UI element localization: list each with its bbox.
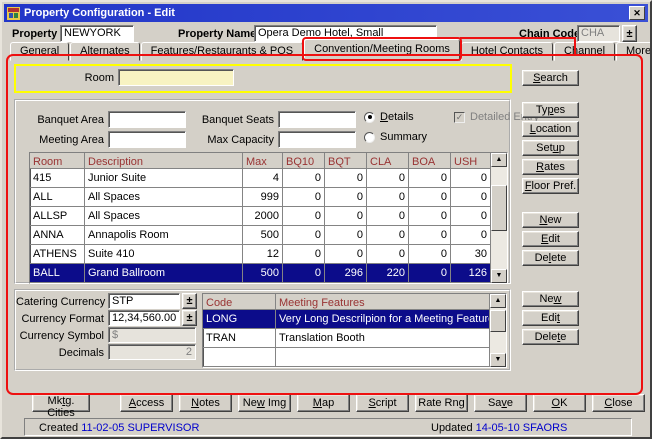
status-bar: Created 11-02-05 SUPERVISOR Updated 14-0…	[24, 418, 632, 436]
currency-symbol-label: Currency Symbol	[16, 330, 104, 343]
config-types-button[interactable]: Types	[522, 102, 579, 118]
feature-actions-new-button[interactable]: New	[522, 291, 579, 307]
map-button[interactable]: Map	[297, 394, 350, 412]
max-capacity-label: Max Capacity	[188, 134, 274, 147]
tab-general[interactable]: General	[10, 42, 69, 61]
config-rates-button[interactable]: Rates	[522, 159, 579, 175]
table-row[interactable]: BALLGrand Ballroom50002962200126	[30, 264, 491, 283]
catering-currency-label: Catering Currency	[16, 296, 104, 309]
scroll-down-icon[interactable]: ▼	[491, 269, 507, 283]
table-header-row: CodeMeeting Features	[203, 294, 490, 310]
tab-bar: GeneralAlternatesFeatures/Restaurants & …	[10, 42, 652, 61]
banquet-seats-input[interactable]	[278, 111, 356, 128]
tab-convention-meeting-rooms[interactable]: Convention/Meeting Rooms	[304, 39, 460, 61]
room-label: Room	[64, 72, 114, 85]
currency-format-label: Currency Format	[16, 313, 104, 326]
property-name-label: Property Name	[178, 28, 256, 41]
rooms-scrollbar[interactable]: ▲ ▼	[491, 153, 507, 283]
chain-code-field[interactable]: CHA	[577, 25, 620, 42]
tab-features-restaurants-pos[interactable]: Features/Restaurants & POS	[141, 42, 303, 61]
currency-format-input[interactable]: 12,34,560.00	[108, 310, 180, 326]
table-row[interactable]: ATHENSSuite 41012000030	[30, 245, 491, 264]
access-button[interactable]: Access	[120, 394, 173, 412]
room-actions-edit-button[interactable]: Edit	[522, 231, 579, 247]
room-actions-new-button[interactable]: New	[522, 212, 579, 228]
banquet-area-input[interactable]	[108, 111, 186, 128]
room-actions-delete-button[interactable]: Delete	[522, 250, 579, 266]
close-icon[interactable]: ✕	[629, 6, 645, 20]
script-button[interactable]: Script	[356, 394, 409, 412]
property-field[interactable]: NEWYORK	[60, 25, 134, 42]
feature-actions-delete-button[interactable]: Delete	[522, 329, 579, 345]
app-icon	[7, 7, 20, 20]
details-radio-label: Details	[380, 111, 414, 123]
currency-symbol-field[interactable]: $	[108, 327, 196, 343]
updated-status: Updated 14-05-10 SFAORS	[431, 420, 567, 436]
radio-circle-icon	[364, 112, 375, 123]
save-button[interactable]: Save	[474, 394, 527, 412]
chain-code-label: Chain Code	[519, 28, 580, 41]
window-title: Property Configuration - Edit	[24, 7, 175, 19]
summary-radio-label: Summary	[380, 131, 427, 143]
scrollbar-thumb[interactable]	[490, 310, 506, 332]
table-row[interactable]: ANNAAnnapolis Room50000000	[30, 226, 491, 245]
config-floor-pref-button[interactable]: Floor Pref.	[522, 178, 579, 194]
banquet-area-label: Banquet Area	[22, 114, 104, 127]
scroll-up-icon[interactable]: ▲	[490, 294, 506, 308]
tab-alternates[interactable]: Alternates	[70, 42, 140, 61]
property-configuration-window: Property Configuration - Edit ✕ Property…	[0, 0, 652, 439]
ok-button[interactable]: OK	[533, 394, 586, 412]
currency-format-lov-button[interactable]: ±	[182, 310, 197, 326]
config-setup-button[interactable]: Setup	[522, 140, 579, 156]
catering-currency-input[interactable]: STP	[108, 293, 180, 309]
features-scrollbar[interactable]: ▲ ▼	[490, 294, 506, 367]
table-row[interactable]	[203, 348, 490, 367]
summary-radio[interactable]: Summary	[364, 131, 427, 143]
room-input[interactable]	[118, 69, 234, 86]
rate-rng-button[interactable]: Rate Rng	[415, 394, 468, 412]
meeting-features-table: CodeMeeting FeaturesLONGVery Long Descri…	[202, 293, 507, 368]
radio-circle-icon	[364, 132, 375, 143]
search-search-button[interactable]: Search	[522, 70, 579, 86]
scrollbar-thumb[interactable]	[491, 185, 507, 231]
max-capacity-input[interactable]	[278, 131, 356, 148]
table-row[interactable]: ALLAll Spaces99900000	[30, 188, 491, 207]
tab-more[interactable]: More	[616, 42, 652, 61]
table-row[interactable]: TRANTranslation Booth	[203, 329, 490, 348]
meeting-area-label: Meeting Area	[22, 134, 104, 147]
scroll-down-icon[interactable]: ▼	[490, 353, 506, 367]
banquet-seats-label: Banquet Seats	[188, 114, 274, 127]
config-location-button[interactable]: Location	[522, 121, 579, 137]
tab-channel[interactable]: Channel	[554, 42, 615, 61]
decimals-field[interactable]: 2	[108, 344, 196, 360]
catering-currency-lov-button[interactable]: ±	[182, 293, 197, 309]
checkbox-check-icon: ✓	[454, 112, 465, 123]
table-row[interactable]: ALLSPAll Spaces200000000	[30, 207, 491, 226]
created-status: Created 11-02-05 SUPERVISOR	[39, 420, 199, 436]
new-img-button[interactable]: New Img	[238, 394, 291, 412]
mktg-cities-button[interactable]: Mktg. Cities	[32, 394, 90, 412]
details-radio[interactable]: Details	[364, 111, 414, 123]
notes-button[interactable]: Notes	[179, 394, 232, 412]
table-header-row: RoomDescriptionMaxBQ10BQTCLABOAUSH	[30, 153, 491, 169]
created-value: 11-02-05 SUPERVISOR	[81, 422, 199, 434]
table-row[interactable]: LONGVery Long Descrilpion for a Meeting …	[203, 310, 490, 329]
tab-hotel-contacts[interactable]: Hotel Contacts	[461, 42, 553, 61]
updated-value: 14-05-10 SFAORS	[476, 422, 568, 434]
decimals-label: Decimals	[16, 347, 104, 360]
meeting-rooms-table: RoomDescriptionMaxBQ10BQTCLABOAUSH415Jun…	[29, 152, 508, 284]
meeting-area-input[interactable]	[108, 131, 186, 148]
feature-actions-edit-button[interactable]: Edit	[522, 310, 579, 326]
table-row[interactable]: 415Junior Suite400000	[30, 169, 491, 188]
title-bar[interactable]: Property Configuration - Edit ✕	[4, 4, 648, 22]
scroll-up-icon[interactable]: ▲	[491, 153, 507, 167]
property-label: Property	[12, 28, 57, 41]
close-button[interactable]: Close	[592, 394, 645, 412]
chain-code-lov-button[interactable]: ±	[622, 25, 637, 42]
